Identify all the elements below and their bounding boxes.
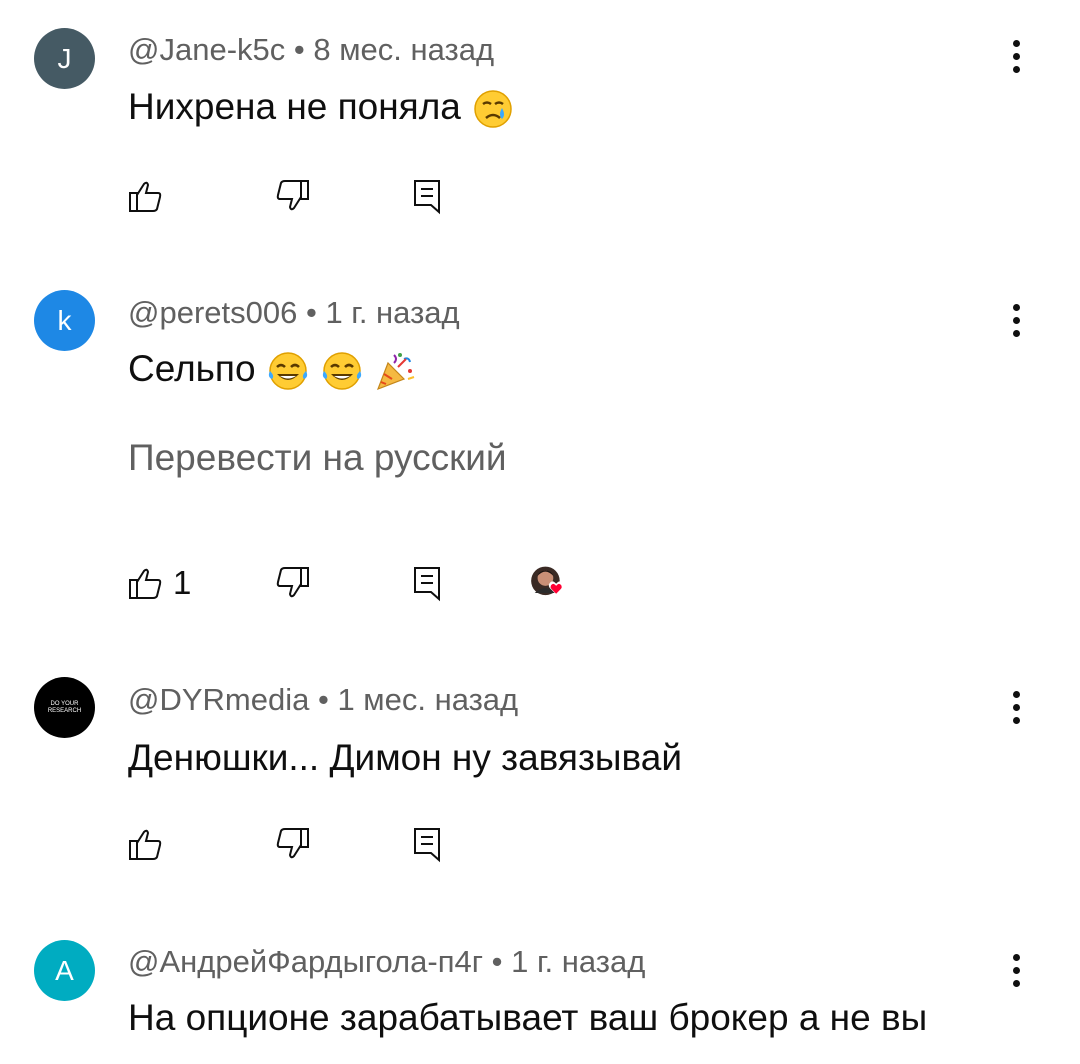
like-button[interactable]: 1 — [125, 558, 191, 608]
thumb-up-icon — [129, 568, 162, 599]
tears-of-joy-icon — [268, 352, 307, 390]
comment-text-content: Нихрена не поняла — [128, 86, 461, 127]
creator-heart-icon — [531, 566, 564, 596]
party-popper-icon — [377, 353, 415, 391]
avatar[interactable]: k — [34, 290, 95, 351]
comment-author[interactable]: @Jane-k5c — [128, 32, 285, 67]
reply-button[interactable] — [407, 819, 447, 869]
meta-separator: • — [285, 32, 314, 67]
translate-link[interactable]: Перевести на русский — [128, 437, 507, 479]
comment-meta: @АндрейФардыгола-п4г • 1 г. назад — [128, 944, 645, 980]
avatar[interactable]: DO YOUR RESEARCH — [34, 677, 95, 738]
reply-icon — [414, 828, 440, 863]
like-count: 1 — [173, 564, 192, 601]
like-button[interactable] — [125, 819, 165, 869]
dislike-button[interactable] — [273, 171, 313, 221]
comment-text-content: Сельпо — [128, 348, 266, 389]
more-vert-icon[interactable] — [1004, 685, 1028, 729]
comment-meta: @Jane-k5c • 8 мес. назад — [128, 32, 494, 68]
comment-time[interactable]: 8 мес. назад — [313, 32, 494, 67]
dislike-button[interactable] — [273, 819, 313, 869]
thumb-up-icon — [129, 181, 162, 212]
meta-separator: • — [483, 944, 512, 979]
more-vert-icon[interactable] — [1004, 948, 1028, 992]
more-vert-icon[interactable] — [1004, 298, 1028, 342]
comment-author[interactable]: @DYRmedia — [128, 682, 309, 717]
comment-meta: @perets006 • 1 г. назад — [128, 295, 460, 331]
comment-text: На опционе зарабатывает ваш брокер а не … — [128, 997, 927, 1039]
avatar[interactable]: A — [34, 940, 95, 1001]
avatar-label: DO YOUR RESEARCH — [47, 700, 82, 714]
comment-time[interactable]: 1 г. назад — [511, 944, 645, 979]
comment-text-content: На опционе зарабатывает ваш брокер а не … — [128, 997, 928, 1038]
thumb-down-icon — [276, 180, 309, 211]
avatar-letter: k — [57, 304, 72, 336]
comment-author[interactable]: @perets006 — [128, 295, 297, 330]
like-button[interactable] — [125, 171, 165, 221]
meta-separator: • — [309, 682, 338, 717]
reply-icon — [414, 567, 440, 602]
more-vert-icon[interactable] — [1004, 34, 1028, 78]
meta-separator: • — [297, 295, 326, 330]
reply-icon — [414, 180, 440, 215]
thumb-down-icon — [276, 828, 309, 859]
tears-of-joy-icon — [323, 352, 362, 390]
comment-author[interactable]: @АндрейФардыгола-п4г — [128, 944, 483, 979]
thumb-up-icon — [129, 829, 162, 860]
reply-button[interactable] — [407, 558, 447, 608]
comment-text: Сельпо — [128, 348, 418, 393]
comment-text: Денюшки... Димон ну завязывай — [128, 737, 682, 779]
comment-text-content: Денюшки... Димон ну завязывай — [128, 737, 683, 778]
thumb-down-icon — [276, 567, 309, 598]
avatar-letter: A — [55, 954, 74, 986]
comment-meta: @DYRmedia • 1 мес. назад — [128, 682, 518, 718]
avatar[interactable]: J — [34, 28, 95, 89]
comment-text: Нихрена не поняла — [128, 86, 515, 131]
dislike-button[interactable] — [273, 558, 313, 608]
crying-face-icon — [474, 90, 512, 128]
reply-button[interactable] — [407, 171, 447, 221]
comment-time[interactable]: 1 мес. назад — [337, 682, 518, 717]
creator-heart — [529, 558, 569, 608]
comment-time[interactable]: 1 г. назад — [325, 295, 459, 330]
avatar-letter: J — [57, 42, 72, 74]
